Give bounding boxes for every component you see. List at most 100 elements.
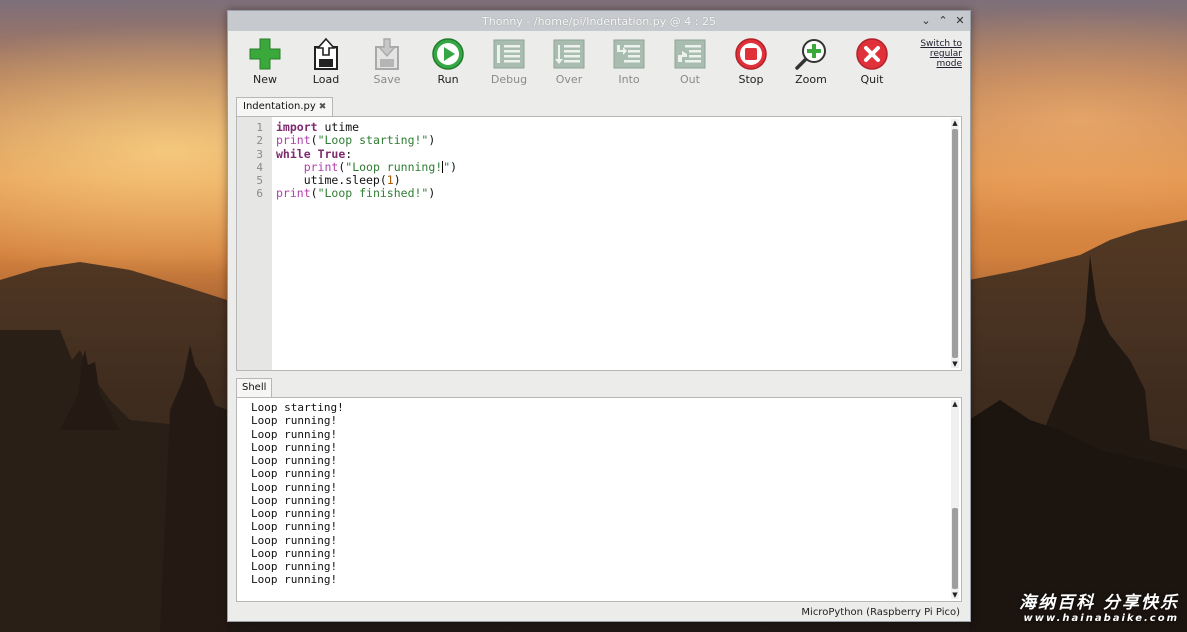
scroll-up-icon[interactable]: ▲: [951, 400, 959, 408]
step-out-icon: [674, 39, 706, 69]
editor-scrollbar[interactable]: ▲ ▼: [951, 119, 959, 368]
code-token: while: [276, 146, 311, 161]
editor-scroll-thumb[interactable]: [952, 129, 958, 358]
shell-output-line: Loop running!: [251, 493, 338, 507]
new-button[interactable]: New: [239, 37, 291, 86]
step-over-label: Over: [555, 73, 583, 86]
code-token: (: [310, 133, 318, 148]
interpreter-status[interactable]: MicroPython (Raspberry Pi Pico): [801, 607, 960, 618]
minimize-icon[interactable]: ⌄: [920, 13, 932, 27]
load-button[interactable]: Load: [300, 37, 352, 86]
run-label: Run: [437, 73, 459, 86]
code-editor[interactable]: 123456 import utime print("Loop starting!…: [236, 116, 962, 371]
debug-icon: [493, 39, 525, 69]
editor-tab[interactable]: Indentation.py ✖: [236, 97, 334, 116]
code-token: ): [428, 133, 436, 148]
code-token: :: [345, 146, 353, 161]
load-label: Load: [312, 73, 340, 86]
save-button[interactable]: Save: [361, 37, 413, 86]
load-file-icon: [314, 37, 338, 70]
run-play-icon: [432, 38, 464, 70]
code-line: print("Loop starting!"): [276, 134, 947, 147]
code-line: utime.sleep(1): [276, 174, 947, 187]
shell-scrollbar[interactable]: ▲ ▼: [951, 400, 959, 599]
toolbar: New Load Save Run Debug Over Into Out St…: [228, 33, 970, 97]
shell-output-line: Loop running!: [251, 546, 338, 560]
title-bar[interactable]: Thonny - /home/pi/Indentation.py @ 4 : 2…: [228, 11, 970, 31]
code-token: print: [303, 159, 339, 174]
shell-output-line: Loop running!: [251, 573, 338, 587]
shell-output-line: Loop running!: [251, 440, 338, 454]
step-into-label: Into: [618, 73, 640, 86]
maximize-icon[interactable]: ⌃: [937, 13, 949, 27]
watermark: 海纳百科 分享快乐 www.hainabaike.com: [1019, 588, 1179, 624]
scroll-down-icon[interactable]: ▼: [951, 360, 959, 368]
code-token: "Loop starting!": [317, 133, 429, 148]
code-token: ): [428, 186, 436, 201]
watermark-url: www.hainabaike.com: [1023, 613, 1179, 624]
shell-output-line: Loop running!: [251, 427, 338, 441]
new-file-plus-icon: [249, 38, 281, 70]
code-token: import: [276, 120, 318, 134]
debug-button[interactable]: Debug: [483, 37, 535, 86]
shell-output-line: Loop running!: [251, 414, 338, 428]
thonny-window: Thonny - /home/pi/Indentation.py @ 4 : 2…: [227, 10, 971, 622]
stop-button[interactable]: Stop: [725, 37, 777, 86]
tab-close-icon[interactable]: ✖: [319, 102, 327, 112]
code-line: import utime: [276, 120, 947, 134]
switch-to-regular-mode-link[interactable]: Switch to regular mode: [902, 39, 962, 69]
shell-output-line: Loop starting!: [251, 401, 344, 414]
quit-x-icon: [856, 38, 888, 70]
code-area[interactable]: import utime print("Loop starting!") while…: [276, 120, 947, 201]
line-number: 1: [256, 121, 263, 134]
code-line: print("Loop running!"): [276, 159, 947, 174]
shell-output: Loop starting! Loop running! Loop running!…: [251, 401, 344, 587]
save-file-icon: [375, 38, 399, 70]
shell-panel[interactable]: Loop starting! Loop running! Loop running!…: [236, 397, 962, 602]
code-token: ): [393, 173, 401, 188]
shell-output-line: Loop running!: [251, 560, 338, 573]
quit-button[interactable]: Quit: [846, 37, 898, 86]
shell-scroll-thumb[interactable]: [952, 508, 958, 589]
shell-output-line: Loop running!: [251, 507, 338, 520]
new-label: New: [253, 73, 277, 86]
code-token: ): [450, 159, 458, 174]
shell-output-line: Loop running!: [251, 520, 338, 534]
watermark-title: 海纳百科 分享快乐: [1019, 593, 1179, 613]
step-over-button[interactable]: Over: [543, 37, 595, 86]
code-token: "Loop finished!": [317, 186, 429, 201]
line-number: 5: [256, 174, 263, 188]
line-number-gutter: 123456: [237, 117, 272, 370]
line-number: 2: [256, 134, 263, 148]
shell-tab[interactable]: Shell: [236, 378, 273, 397]
quit-label: Quit: [860, 73, 884, 86]
code-token: print: [276, 133, 311, 148]
step-into-button[interactable]: Into: [603, 37, 655, 86]
step-out-button[interactable]: Out: [664, 37, 716, 86]
close-icon[interactable]: ✕: [954, 13, 966, 27]
zoom-magnifier-icon: [795, 39, 826, 70]
scroll-down-icon[interactable]: ▼: [951, 591, 959, 599]
shell-output-line: Loop running!: [251, 480, 338, 494]
step-into-icon: [613, 39, 645, 69]
code-token: print: [276, 186, 311, 201]
shell-output-line: Loop running!: [251, 533, 338, 547]
line-number: 4: [256, 160, 263, 174]
shell-tab-label: Shell: [242, 382, 267, 393]
code-token: 1: [386, 173, 394, 188]
run-button[interactable]: Run: [422, 37, 474, 86]
code-token: utime.sleep(: [276, 173, 387, 188]
debug-label: Debug: [490, 73, 528, 86]
scroll-up-icon[interactable]: ▲: [951, 119, 959, 127]
window-controls: ⌄ ⌃ ✕: [920, 13, 966, 27]
code-token: "Loop running!: [345, 159, 443, 174]
code-line: while True:: [276, 146, 947, 161]
stop-icon: [735, 38, 767, 70]
editor-tab-label: Indentation.py: [243, 101, 316, 112]
line-number: 3: [256, 147, 263, 161]
stop-label: Stop: [738, 73, 764, 86]
zoom-button[interactable]: Zoom: [785, 37, 837, 86]
code-token: (: [310, 186, 318, 201]
